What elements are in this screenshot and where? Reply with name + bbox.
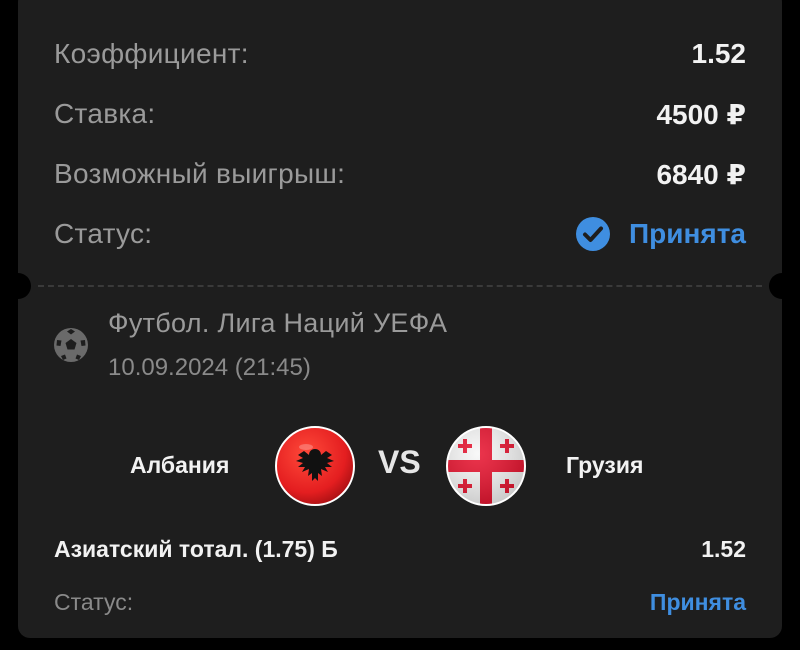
ticket-divider <box>38 285 762 287</box>
away-team-name: Грузия <box>566 452 644 478</box>
status-label: Статус: <box>54 218 153 249</box>
stake-label: Ставка: <box>54 98 156 129</box>
soccer-ball-icon <box>54 328 88 362</box>
market-odds: 1.52 <box>701 536 746 562</box>
payout-row: Возможный выигрыш: 6840 ₽ <box>54 154 746 194</box>
ticket-notch-right <box>769 273 782 299</box>
home-team-name: Албания <box>130 452 230 478</box>
stake-value: 4500 ₽ <box>656 98 746 130</box>
albania-flag-icon <box>275 426 355 506</box>
odds-value: 1.52 <box>691 38 747 69</box>
market-name: Азиатский тотал. (1.75) Б <box>54 536 338 562</box>
status-row: Статус: Принята <box>54 214 746 254</box>
stake-row: Ставка: 4500 ₽ <box>54 94 746 134</box>
vs-label: VS <box>378 444 421 480</box>
selection-status-value: Принята <box>649 589 746 615</box>
georgia-flag-icon <box>446 426 526 506</box>
odds-label: Коэффициент: <box>54 38 249 69</box>
event-title: Футбол. Лига Наций УЕФА <box>108 308 448 338</box>
status-value: Принята <box>629 218 746 249</box>
ticket-notch-left <box>18 273 31 299</box>
odds-row: Коэффициент: 1.52 <box>54 34 746 74</box>
status-indicator: Принята <box>575 216 746 252</box>
check-circle-icon <box>576 217 611 251</box>
payout-label: Возможный выигрыш: <box>54 158 346 189</box>
selection-status-label: Статус: <box>54 589 134 615</box>
payout-value: 6840 ₽ <box>656 158 746 190</box>
event-date: 10.09.2024 (21:45) <box>108 354 311 381</box>
bet-card: Коэффициент: 1.52 Ставка: 4500 ₽ Возможн… <box>18 0 782 638</box>
